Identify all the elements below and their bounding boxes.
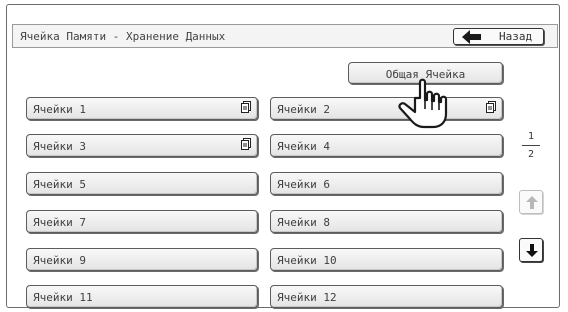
document-icon xyxy=(241,138,251,150)
document-icon xyxy=(486,101,496,113)
document-icon xyxy=(241,101,251,113)
back-button[interactable]: Назад xyxy=(453,28,544,45)
down-arrow-icon xyxy=(526,244,538,257)
page-divider xyxy=(522,145,540,146)
total-pages: 2 xyxy=(527,149,535,160)
box-label: Ячейки 5 xyxy=(33,178,86,191)
box-button-4[interactable]: Ячейки 4 xyxy=(270,134,503,157)
box-label: Ячейки 6 xyxy=(277,178,330,191)
box-button-3[interactable]: Ячейки 3 xyxy=(26,134,258,157)
box-button-12[interactable]: Ячейки 12 xyxy=(270,285,503,308)
box-label: Ячейки 10 xyxy=(277,254,337,267)
back-button-label: Назад xyxy=(499,30,533,43)
box-label: Ячейки 11 xyxy=(33,291,93,304)
page-title: Ячейка Памяти - Хранение Данных xyxy=(20,30,226,43)
box-label: Ячейки 12 xyxy=(277,291,337,304)
box-button-9[interactable]: Ячейки 9 xyxy=(26,248,258,271)
box-label: Ячейки 2 xyxy=(277,103,330,116)
box-label: Ячейки 8 xyxy=(277,216,330,229)
page-indicator: 1 2 xyxy=(516,131,546,160)
up-arrow-icon xyxy=(526,196,538,209)
box-label: Ячейки 7 xyxy=(33,216,86,229)
box-button-10[interactable]: Ячейки 10 xyxy=(270,248,503,271)
box-button-7[interactable]: Ячейки 7 xyxy=(26,210,258,233)
box-button-5[interactable]: Ячейки 5 xyxy=(26,172,258,195)
box-label: Ячейки 1 xyxy=(33,103,86,116)
scroll-down-button[interactable] xyxy=(519,238,543,262)
box-label: Ячейки 9 xyxy=(33,254,86,267)
hand-pointer-icon xyxy=(398,78,448,129)
left-arrow-icon xyxy=(462,30,481,44)
box-label: Ячейки 4 xyxy=(277,140,330,153)
box-label: Ячейки 3 xyxy=(33,140,86,153)
current-page: 1 xyxy=(527,131,535,142)
box-button-11[interactable]: Ячейки 11 xyxy=(26,285,258,308)
box-button-8[interactable]: Ячейки 8 xyxy=(270,210,503,233)
box-button-1[interactable]: Ячейки 1 xyxy=(26,97,258,120)
scroll-up-button[interactable] xyxy=(519,190,543,214)
box-button-6[interactable]: Ячейки 6 xyxy=(270,172,503,195)
box-button-2[interactable]: Ячейки 2 xyxy=(270,97,503,120)
